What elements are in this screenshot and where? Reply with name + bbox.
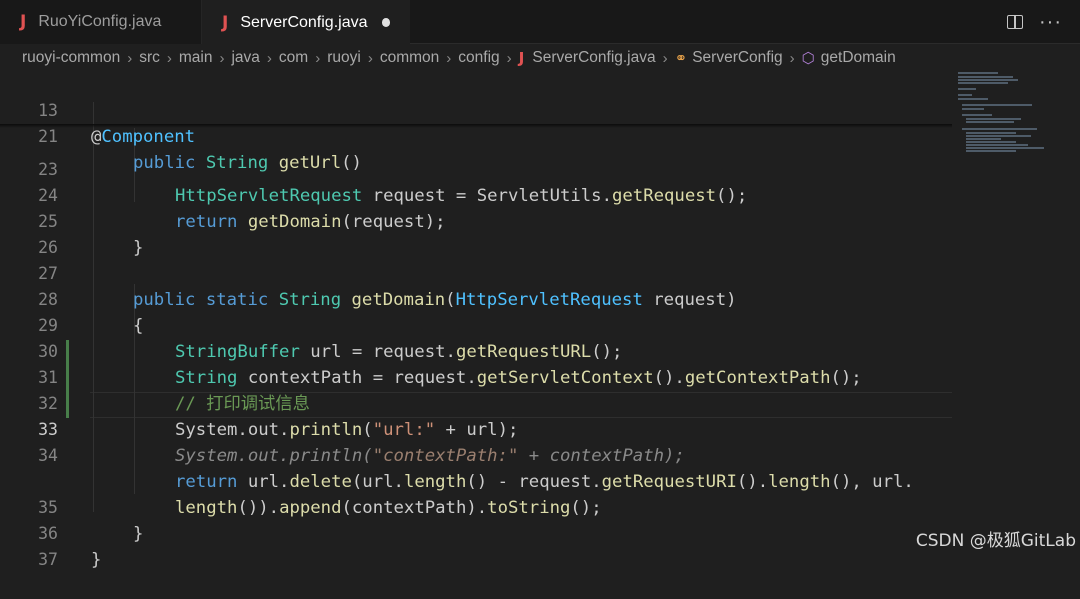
code-line[interactable]: 36 } bbox=[0, 495, 952, 570]
chevron-right-icon: › bbox=[367, 49, 373, 67]
line-number: 37 bbox=[38, 550, 58, 569]
unsaved-dot-icon[interactable] bbox=[381, 18, 390, 27]
code-line[interactable]: 37 bbox=[0, 521, 952, 569]
breadcrumb-item[interactable]: common bbox=[380, 49, 439, 67]
code-line[interactable]: 13 @Component bbox=[0, 72, 952, 147]
breadcrumb-method[interactable]: getDomain bbox=[821, 49, 896, 67]
breadcrumb: ruoyi-common › src › main › java › com ›… bbox=[0, 44, 1080, 72]
tab-bar: J RuoYiConfig.java J ServerConfig.java ·… bbox=[0, 0, 1080, 44]
breadcrumb-item[interactable]: ruoyi-common bbox=[22, 49, 120, 67]
breadcrumb-file[interactable]: ServerConfig.java bbox=[532, 49, 655, 67]
code-line[interactable]: 35 } bbox=[0, 469, 952, 544]
tab-serverconfig[interactable]: J ServerConfig.java bbox=[202, 0, 410, 44]
java-file-icon: J bbox=[222, 12, 229, 33]
code-editor[interactable]: 13 @Component 21 public String getUrl() … bbox=[0, 72, 1080, 570]
code-line[interactable]: 34 return url.delete(url.length() - requ… bbox=[0, 417, 952, 492]
breadcrumb-class[interactable]: ServerConfig bbox=[692, 49, 782, 67]
tab-ruoyiconfig[interactable]: J RuoYiConfig.java bbox=[0, 0, 202, 44]
tab-label: RuoYiConfig.java bbox=[38, 13, 162, 30]
chevron-right-icon: › bbox=[315, 49, 321, 67]
minimap[interactable] bbox=[952, 72, 1080, 162]
breadcrumb-item[interactable]: com bbox=[279, 49, 308, 67]
code-line-wrapped[interactable]: length()).append(contextPath).toString()… bbox=[0, 443, 952, 518]
code-line[interactable]: 23 HttpServletRequest request = ServletU… bbox=[0, 131, 952, 206]
code-line[interactable]: 21 public String getUrl() bbox=[0, 98, 952, 173]
more-actions-icon[interactable]: ··· bbox=[1039, 12, 1062, 32]
chevron-right-icon: › bbox=[219, 49, 225, 67]
code-line-current[interactable]: 33 System.out.println("contextPath:" + c… bbox=[0, 391, 952, 466]
editor-actions: ··· bbox=[1007, 0, 1080, 43]
method-symbol-icon: ⬡ bbox=[801, 50, 815, 67]
breadcrumb-item[interactable]: config bbox=[458, 49, 499, 67]
code-line[interactable]: 24 return getDomain(request); bbox=[0, 157, 952, 232]
code-line[interactable]: 29 StringBuffer url = request.getRequest… bbox=[0, 287, 952, 362]
java-file-icon: J bbox=[518, 49, 525, 67]
chevron-right-icon: › bbox=[506, 49, 512, 67]
breadcrumb-item[interactable]: main bbox=[179, 49, 213, 67]
tab-label: ServerConfig.java bbox=[240, 13, 368, 31]
code-line[interactable]: 25 } bbox=[0, 183, 952, 258]
sticky-scroll-shadow bbox=[0, 124, 952, 128]
class-symbol-icon: ⚭ bbox=[674, 50, 688, 67]
code-line[interactable]: 31 // 打印调试信息 bbox=[0, 339, 952, 414]
chevron-right-icon: › bbox=[789, 49, 795, 67]
breadcrumb-item[interactable]: ruoyi bbox=[327, 49, 361, 67]
chevron-right-icon: › bbox=[127, 49, 133, 67]
java-file-icon: J bbox=[20, 12, 27, 32]
code-line[interactable]: 28 { bbox=[0, 261, 952, 336]
code-line[interactable]: 32 System.out.println("url:" + url); bbox=[0, 365, 952, 440]
watermark: CSDN @极狐GitLab bbox=[915, 531, 1076, 551]
code-line[interactable]: 26 bbox=[0, 209, 952, 257]
code-line[interactable]: 27 public static String getDomain(HttpSe… bbox=[0, 235, 952, 310]
chevron-right-icon: › bbox=[662, 49, 668, 67]
split-editor-icon[interactable] bbox=[1007, 14, 1024, 29]
chevron-right-icon: › bbox=[446, 49, 452, 67]
code-line[interactable]: 30 String contextPath = request.getServl… bbox=[0, 313, 952, 388]
chevron-right-icon: › bbox=[166, 49, 172, 67]
breadcrumb-item[interactable]: java bbox=[231, 49, 259, 67]
chevron-right-icon: › bbox=[266, 49, 272, 67]
breadcrumb-item[interactable]: src bbox=[139, 49, 160, 67]
